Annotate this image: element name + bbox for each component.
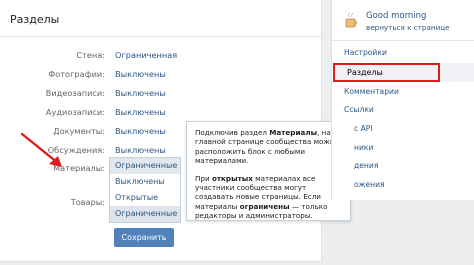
materials-dropdown[interactable]: Ограниченные Выключены Открытые Ограниче… (109, 157, 181, 223)
arrow-icon (20, 132, 62, 167)
photos-label: Фотографии: (48, 69, 105, 79)
materials-tooltip: Подключив раздел Материалы, на главной с… (186, 121, 351, 221)
videos-value[interactable]: Выключены (115, 88, 166, 98)
videos-label: Видеозаписи: (45, 88, 105, 98)
menu-item-api[interactable]: с API (354, 124, 373, 133)
wall-value[interactable]: Ограниченная (115, 50, 177, 60)
documents-value[interactable]: Выключены (115, 126, 166, 136)
menu-item-settings[interactable]: Настройки (344, 48, 387, 57)
divider (0, 36, 322, 37)
coffee-cup-icon[interactable] (344, 10, 358, 30)
goods-label: Товары: (70, 197, 105, 207)
tooltip-paragraph-2: При открытых материалах все участники со… (195, 173, 328, 221)
back-to-page-link[interactable]: вернуться к странице (366, 23, 450, 32)
audio-value[interactable]: Выключены (115, 107, 166, 117)
right-panel: Good morning вернуться к странице Настро… (331, 0, 474, 200)
photos-value[interactable]: Выключены (115, 69, 166, 79)
audio-label: Аудиозаписи: (45, 107, 105, 117)
stage: Разделы Стена: Ограниченная Фотографии: … (0, 0, 474, 265)
menu-item-links[interactable]: Ссылки (344, 105, 374, 114)
group-name-link[interactable]: Good morning (366, 11, 426, 21)
discussions-value[interactable]: Выключены (115, 145, 166, 155)
menu-item-apps[interactable]: ожения (354, 180, 385, 189)
option-open[interactable]: Открытые (110, 190, 180, 206)
tooltip-paragraph-1: Подключив раздел Материалы, на главной с… (195, 128, 339, 166)
highlight-box (333, 63, 440, 82)
option-restricted[interactable]: Ограниченные (110, 158, 180, 174)
option-restricted-hover[interactable]: Ограниченные (110, 206, 180, 222)
option-disabled[interactable]: Выключены (110, 174, 180, 190)
wall-label: Стена: (76, 50, 105, 60)
menu-item-comments[interactable]: Комментарии (344, 87, 399, 96)
page-title: Разделы (10, 13, 60, 26)
divider (332, 40, 474, 41)
save-button[interactable]: Сохранить (114, 228, 174, 247)
menu-item-members[interactable]: ники (354, 143, 373, 152)
menu-item-messages[interactable]: дения (354, 161, 378, 170)
